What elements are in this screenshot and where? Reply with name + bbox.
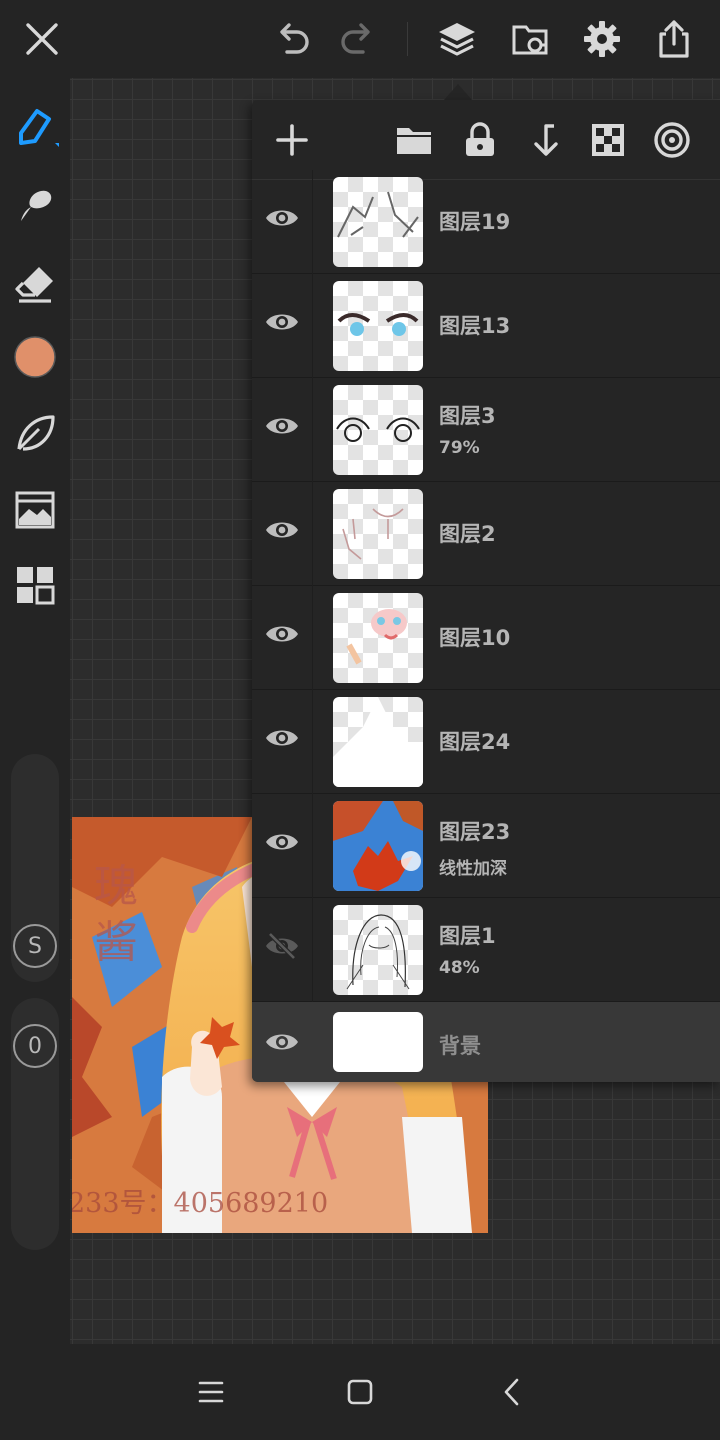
eye-icon[interactable] — [262, 406, 302, 446]
layer-thumbnail — [333, 385, 423, 475]
layer-name: 图层23 — [439, 820, 511, 844]
row-divider — [312, 170, 313, 274]
eye-icon[interactable] — [262, 198, 302, 238]
layer-row[interactable]: 图层1 48% — [252, 898, 720, 1002]
grid-apps-icon[interactable] — [10, 560, 60, 610]
row-divider — [312, 378, 313, 482]
folder-icon[interactable] — [392, 118, 436, 162]
target-icon[interactable] — [650, 118, 694, 162]
layer-row[interactable]: 图层3 79% — [252, 378, 720, 482]
eye-icon[interactable] — [262, 718, 302, 758]
layer-thumbnail — [333, 1012, 423, 1072]
home-icon[interactable] — [338, 1370, 382, 1414]
layer-thumbnail — [333, 281, 423, 371]
brush-size-slider[interactable]: S — [11, 754, 59, 982]
eye-icon[interactable] — [262, 614, 302, 654]
layer-panel-toolbar — [252, 100, 720, 180]
layer-panel-pointer — [444, 84, 472, 100]
layer-name: 图层1 — [439, 924, 496, 948]
eye-icon[interactable] — [262, 302, 302, 342]
layer-panel: 图层19 图层13 图层3 79% 图层2 图层10 图层24 图层23 线性加… — [252, 100, 720, 1082]
pen-icon[interactable] — [10, 102, 60, 152]
eye-hidden-icon[interactable] — [262, 926, 302, 966]
layer-opacity: 48% — [439, 958, 480, 978]
layer-thumbnail — [333, 697, 423, 787]
eye-icon[interactable] — [262, 1022, 302, 1062]
row-divider — [312, 690, 313, 794]
add-layer-icon[interactable] — [270, 118, 314, 162]
layer-thumbnail — [333, 177, 423, 267]
row-divider — [312, 898, 313, 1002]
merge-down-icon[interactable] — [522, 118, 566, 162]
layer-name: 图层24 — [439, 730, 511, 754]
layer-thumbnail — [333, 593, 423, 683]
checkerboard-icon[interactable] — [586, 118, 630, 162]
layer-row[interactable]: 图层24 — [252, 690, 720, 794]
color-swatch[interactable] — [10, 332, 60, 382]
layer-row[interactable]: 图层10 — [252, 586, 720, 690]
brush-opacity-slider[interactable]: 0 — [11, 998, 59, 1250]
layer-name: 图层13 — [439, 314, 511, 338]
layer-name: 图层3 — [439, 404, 496, 428]
layers-icon[interactable] — [432, 14, 482, 64]
smudge-icon[interactable] — [10, 180, 60, 230]
layer-name: 图层10 — [439, 626, 511, 650]
back-icon[interactable] — [490, 1370, 534, 1414]
layer-thumbnail — [333, 801, 423, 891]
redo-icon[interactable] — [332, 14, 382, 64]
share-icon[interactable] — [649, 14, 699, 64]
layer-row[interactable]: 图层23 线性加深 — [252, 794, 720, 898]
toolbar-divider — [407, 22, 408, 56]
eye-icon[interactable] — [262, 822, 302, 862]
row-divider — [312, 274, 313, 378]
row-divider — [312, 482, 313, 586]
leaf-icon[interactable] — [10, 408, 60, 458]
menu-icon[interactable] — [189, 1370, 233, 1414]
brush-size-knob[interactable]: S — [13, 924, 57, 968]
eye-icon[interactable] — [262, 510, 302, 550]
layer-opacity: 79% — [439, 438, 480, 458]
eraser-icon[interactable] — [10, 258, 60, 308]
layer-name: 图层19 — [439, 210, 511, 234]
lock-icon[interactable] — [458, 118, 502, 162]
gallery-icon[interactable] — [505, 14, 555, 64]
artwork-watermark-chars: 瑰 酱 — [94, 861, 138, 968]
settings-icon[interactable] — [577, 14, 627, 64]
layer-thumbnail — [333, 905, 423, 995]
layer-thumbnail — [333, 489, 423, 579]
row-divider — [312, 586, 313, 690]
brush-opacity-knob[interactable]: 0 — [13, 1024, 57, 1068]
row-divider — [312, 794, 313, 898]
layer-row-selected[interactable]: 背景 — [252, 1002, 720, 1082]
left-toolbar: S 0 — [0, 78, 70, 1344]
top-toolbar — [0, 0, 720, 78]
layer-row[interactable]: 图层19 — [252, 170, 720, 274]
layer-blend-mode: 线性加深 — [439, 859, 507, 879]
undo-icon[interactable] — [268, 14, 318, 64]
close-icon[interactable] — [17, 14, 67, 64]
system-nav-bar — [0, 1344, 720, 1440]
artwork-watermark-id: 233号：405689210 — [72, 1188, 329, 1219]
layer-name: 图层2 — [439, 522, 496, 546]
layer-row[interactable]: 图层13 — [252, 274, 720, 378]
layer-row[interactable]: 图层2 — [252, 482, 720, 586]
reference-image-icon[interactable] — [10, 484, 60, 534]
layer-name: 背景 — [439, 1034, 481, 1058]
